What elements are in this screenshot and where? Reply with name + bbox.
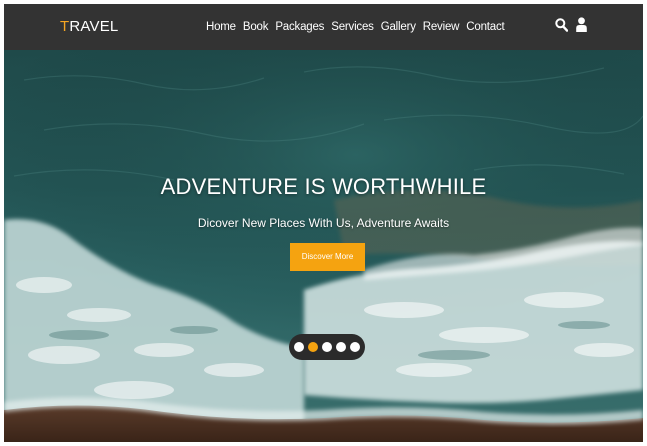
search-icon[interactable] [555,17,568,32]
nav-link-gallery[interactable]: Gallery [381,19,416,35]
slider-dot-5[interactable] [350,342,360,352]
brand-rest: RAVEL [69,18,119,35]
slider-dot-4[interactable] [336,342,346,352]
nav-links: Home Book Packages Services Gallery Revi… [206,19,505,35]
nav-link-contact[interactable]: Contact [466,19,504,35]
slider-pagination [289,334,365,360]
brand-first-letter: T [60,18,70,35]
page-frame: TRAVEL Home Book Packages Services Galle… [4,4,643,442]
nav-icons [555,17,587,32]
nav-link-packages[interactable]: Packages [275,19,324,35]
hero-subtitle: Dicover New Places With Us, Adventure Aw… [197,216,450,230]
slider-dot-3[interactable] [322,342,332,352]
user-icon[interactable] [576,17,587,32]
nav-link-home[interactable]: Home [206,19,236,35]
hero-title: ADVENTURE IS WORTHWHILE [160,174,487,199]
discover-more-button[interactable]: Discover More [290,243,365,271]
hero-section: ADVENTURE IS WORTHWHILE Dicover New Plac… [4,50,643,442]
nav-link-review[interactable]: Review [423,19,460,35]
slider-dot-1[interactable] [294,342,304,352]
nav-link-book[interactable]: Book [243,19,269,35]
nav-link-services[interactable]: Services [331,19,374,35]
top-navbar: TRAVEL Home Book Packages Services Galle… [4,4,643,50]
slider-dot-2[interactable] [308,342,318,352]
brand-logo[interactable]: TRAVEL [60,18,118,36]
